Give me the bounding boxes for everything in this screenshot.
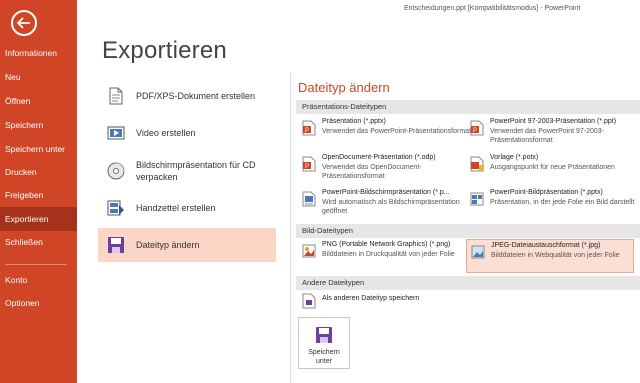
filetype-desc: Verwendet das OpenDocument-Präsentations…	[322, 164, 422, 180]
filetype-potx[interactable]: Vorlage (*.potx) Ausgangspunkt für neue …	[466, 152, 636, 186]
filetype-desc: Wird automatisch als Bildschirmpräsentat…	[322, 199, 460, 215]
pdf-document-icon	[109, 87, 123, 105]
filetype-bildpraesentation[interactable]: PowerPoint-Bildpräsentation (*.pptx) Prä…	[466, 187, 636, 221]
nav-neu[interactable]: Neu	[0, 65, 77, 89]
filetype-name: PowerPoint 97-2003-Präsentation (*.ppt)	[490, 118, 617, 125]
option-video[interactable]: Video erstellen	[98, 116, 276, 150]
filetype-ppt[interactable]: P PowerPoint 97-2003-Präsentation (*.ppt…	[466, 116, 636, 150]
filetype-desc: Ausgangspunkt für neue Präsentationen	[490, 164, 615, 171]
section-title: Dateityp ändern	[298, 80, 390, 95]
filetype-name: PowerPoint-Bildschirmpräsentation (*.p..…	[322, 189, 450, 196]
filetype-pptx[interactable]: P Präsentation (*.pptx) Verwendet das Po…	[298, 116, 471, 150]
video-icon	[107, 126, 125, 140]
potx-file-icon	[470, 156, 484, 172]
picture-presentation-icon	[470, 192, 484, 206]
filetype-desc: Bilddateien in Druckqualität von jeder F…	[322, 251, 455, 258]
nav-speichern-unter[interactable]: Speichern unter	[0, 137, 77, 161]
back-button[interactable]	[11, 10, 37, 36]
filetype-desc: Verwendet das PowerPoint 97-2003-Präsent…	[490, 128, 605, 144]
filetype-desc: Präsentation, in der jede Folie ein Bild…	[490, 199, 635, 206]
nav-konto[interactable]: Konto	[0, 268, 77, 292]
filetype-jpg[interactable]: JPEG-Dateiaustauschformat (*.jpg) Bildda…	[466, 239, 634, 273]
cd-icon	[107, 162, 125, 180]
panel-divider	[290, 72, 291, 383]
save-as-label-line2: unter	[316, 358, 332, 365]
option-handzettel[interactable]: Handzettel erstellen	[98, 191, 276, 225]
filetype-name: Als anderen Dateityp speichern	[322, 295, 420, 302]
filetype-name: PowerPoint-Bildpräsentation (*.pptx)	[490, 189, 603, 196]
page-title: Exportieren	[102, 37, 227, 64]
filetype-other[interactable]: Als anderen Dateityp speichern	[298, 291, 468, 311]
filetype-desc: Verwendet das PowerPoint-Präsentationsfo…	[322, 128, 472, 135]
option-pdf-xps[interactable]: PDF/XPS-Dokument erstellen	[98, 79, 276, 113]
nav-separator	[5, 264, 67, 265]
other-filetype-icon	[302, 293, 316, 309]
group-header-praesentation: Präsentations-Dateitypen	[296, 100, 640, 114]
option-label-line1: Bildschirmpräsentation für CD	[136, 160, 256, 170]
nav-schliessen[interactable]: Schließen	[0, 230, 77, 254]
option-cd[interactable]: Bildschirmpräsentation für CD verpacken	[98, 154, 276, 192]
arrow-left-circle-icon	[17, 17, 30, 29]
nav-freigeben[interactable]: Freigeben	[0, 183, 77, 207]
option-label: Video erstellen	[136, 128, 196, 138]
filetype-png[interactable]: PNG (Portable Network Graphics) (*.png) …	[298, 239, 468, 273]
group-header-bild: Bild-Dateitypen	[296, 224, 640, 238]
filetype-name: PNG (Portable Network Graphics) (*.png)	[322, 241, 451, 248]
save-as-button[interactable]: Speichern unter	[298, 317, 350, 369]
nav-optionen[interactable]: Optionen	[0, 291, 77, 315]
save-as-icon	[316, 327, 332, 343]
handout-icon	[107, 200, 124, 216]
option-label-line2: verpacken	[136, 172, 178, 182]
save-as-label-line1: Speichern	[308, 349, 340, 356]
svg-text:P: P	[305, 164, 309, 170]
filetype-name: OpenDocument-Präsentation (*.odp)	[322, 154, 436, 161]
odp-file-icon: P	[302, 156, 316, 172]
save-as-label: Speichern unter	[299, 348, 349, 366]
filetype-desc: Bilddateien in Webqualität von jeder Fol…	[491, 252, 620, 259]
window-title: Entscheidungen.ppt [Kompatibilitätsmodus…	[404, 5, 581, 12]
nav-exportieren[interactable]: Exportieren	[0, 207, 77, 231]
nav-drucken[interactable]: Drucken	[0, 160, 77, 184]
backstage-sidebar: Informationen Neu Öffnen Speichern Speic…	[0, 0, 77, 383]
option-label: PDF/XPS-Dokument erstellen	[136, 91, 256, 101]
png-image-icon	[302, 244, 316, 258]
ppt-file-icon: P	[470, 120, 484, 136]
nav-oeffnen[interactable]: Öffnen	[0, 89, 77, 113]
ppsx-file-icon	[302, 191, 316, 207]
filetype-name: Präsentation (*.pptx)	[322, 118, 386, 125]
filetype-name: Vorlage (*.potx)	[490, 154, 539, 161]
option-label: Handzettel erstellen	[136, 203, 216, 213]
filetype-name: JPEG-Dateiaustauschformat (*.jpg)	[491, 242, 601, 249]
svg-text:P: P	[305, 128, 309, 134]
svg-text:P: P	[473, 128, 477, 134]
pptx-file-icon: P	[302, 120, 316, 136]
nav-speichern[interactable]: Speichern	[0, 113, 77, 137]
filetype-odp[interactable]: P OpenDocument-Präsentation (*.odp) Verw…	[298, 152, 468, 186]
jpg-image-icon	[471, 245, 485, 259]
option-label: Bildschirmpräsentation für CD verpacken	[136, 159, 256, 183]
option-label: Dateityp ändern	[136, 240, 200, 250]
option-dateityp-aendern[interactable]: Dateityp ändern	[98, 228, 276, 262]
nav-informationen[interactable]: Informationen	[0, 41, 77, 65]
filetype-ppsx[interactable]: PowerPoint-Bildschirmpräsentation (*.p..…	[298, 187, 468, 221]
group-header-andere: Andere Dateitypen	[296, 276, 640, 290]
change-filetype-icon	[108, 237, 124, 253]
